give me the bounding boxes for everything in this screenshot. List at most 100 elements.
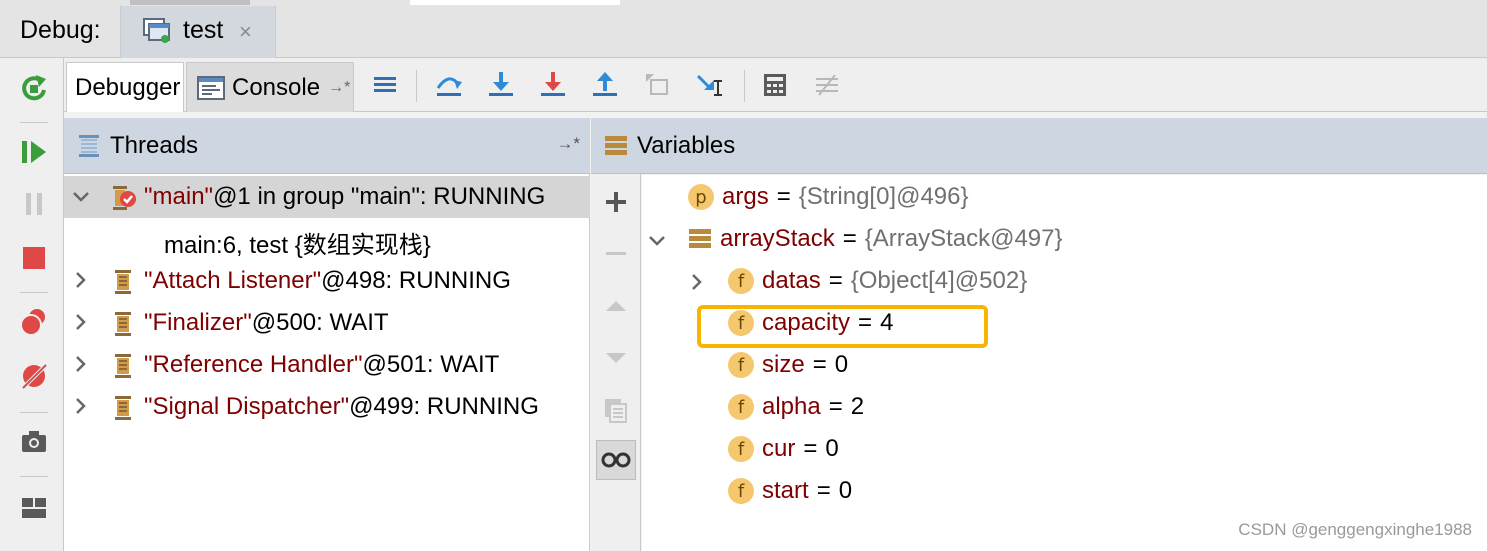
thread-name: "Reference Handler"@501: WAIT bbox=[144, 351, 500, 378]
pin-icon[interactable]: →* bbox=[556, 134, 580, 154]
drop-frame-icon[interactable] bbox=[640, 68, 674, 102]
debug-tab-bar: Debug: test × bbox=[0, 0, 1487, 58]
chevron-down-icon[interactable] bbox=[70, 184, 92, 208]
step-out-icon[interactable] bbox=[588, 68, 622, 102]
equals-sign: = bbox=[803, 435, 818, 462]
debug-action-bar bbox=[0, 58, 64, 551]
thread-row-main[interactable]: "main"@1 in group "main": RUNNING bbox=[64, 176, 590, 218]
show-execution-point-icon[interactable] bbox=[368, 68, 402, 102]
tab-debugger-label: Debugger bbox=[75, 73, 181, 101]
add-icon[interactable] bbox=[596, 182, 636, 222]
equals-sign: = bbox=[776, 183, 791, 210]
stop-icon[interactable] bbox=[14, 238, 54, 278]
variables-side-toolbar bbox=[591, 174, 641, 551]
field-icon: f bbox=[728, 478, 754, 504]
highlight-annotation bbox=[697, 305, 988, 348]
pause-icon[interactable] bbox=[14, 184, 54, 224]
variable-value: 2 bbox=[850, 393, 865, 420]
view-breakpoints-icon[interactable] bbox=[14, 302, 54, 342]
tab-console-label: Console bbox=[232, 73, 321, 101]
rerun-icon[interactable] bbox=[14, 68, 54, 108]
resume-icon[interactable] bbox=[14, 132, 54, 172]
thread-icon bbox=[115, 270, 131, 294]
evaluate-expression-icon[interactable] bbox=[758, 68, 792, 102]
field-icon: f bbox=[728, 352, 754, 378]
thread-name: "Finalizer"@500: WAIT bbox=[144, 309, 389, 336]
remove-icon[interactable] bbox=[596, 234, 636, 274]
run-to-cursor-icon[interactable] bbox=[692, 68, 726, 102]
close-icon[interactable]: × bbox=[239, 19, 252, 45]
variables-header: Variables bbox=[591, 118, 1487, 174]
variable-row-start[interactable]: f start = 0 bbox=[728, 470, 852, 512]
parameter-icon: p bbox=[688, 184, 714, 210]
thread-icon bbox=[115, 396, 131, 420]
variable-row-arraystack[interactable]: arrayStack = {ArrayStack@497} bbox=[688, 218, 1063, 260]
chevron-right-icon[interactable] bbox=[70, 268, 92, 292]
chevron-right-icon[interactable] bbox=[70, 352, 92, 376]
variable-name: size bbox=[762, 351, 805, 378]
variable-value: 0 bbox=[838, 477, 853, 504]
watermark: CSDN @genggengxinghe1988 bbox=[1238, 520, 1472, 539]
trace-icon[interactable] bbox=[810, 68, 844, 102]
field-icon: f bbox=[728, 268, 754, 294]
tab-console[interactable]: Console →* bbox=[186, 62, 354, 112]
variable-name: args bbox=[722, 183, 769, 210]
variable-row-cur[interactable]: f cur = 0 bbox=[728, 428, 839, 470]
move-down-icon[interactable] bbox=[596, 338, 636, 378]
thread-name: "main"@1 in group "main": RUNNING bbox=[144, 183, 546, 210]
variable-name: datas bbox=[762, 267, 821, 294]
layout-icon[interactable] bbox=[14, 488, 54, 528]
mute-breakpoints-icon[interactable] bbox=[14, 356, 54, 396]
stack-frame-row[interactable]: main:6, test {数组实现栈} bbox=[64, 218, 590, 260]
debugger-toolbar: Debugger Console →* bbox=[64, 58, 1487, 112]
variable-name: alpha bbox=[762, 393, 821, 420]
move-up-icon[interactable] bbox=[596, 286, 636, 326]
variable-row-datas[interactable]: f datas = {Object[4]@502} bbox=[728, 260, 1027, 302]
top-strip bbox=[0, 0, 1487, 5]
variable-row-alpha[interactable]: f alpha = 2 bbox=[728, 386, 864, 428]
variable-value: 0 bbox=[834, 351, 849, 378]
threads-panel: Threads →* "main"@1 in group "main": RUN… bbox=[64, 118, 590, 551]
object-icon bbox=[689, 229, 711, 248]
thread-row-finalizer[interactable]: "Finalizer"@500: WAIT bbox=[64, 302, 590, 344]
threads-header: Threads →* bbox=[64, 118, 590, 174]
variable-row-size[interactable]: f size = 0 bbox=[728, 344, 848, 386]
thread-row-attach-listener[interactable]: "Attach Listener"@498: RUNNING bbox=[64, 260, 590, 302]
thread-icon bbox=[115, 312, 131, 336]
camera-icon[interactable] bbox=[14, 422, 54, 462]
equals-sign: = bbox=[816, 477, 831, 504]
variable-value: 0 bbox=[825, 435, 839, 462]
variable-name: cur bbox=[762, 435, 796, 462]
step-into-icon[interactable] bbox=[484, 68, 518, 102]
chevron-down-icon[interactable] bbox=[646, 228, 668, 252]
chevron-right-icon[interactable] bbox=[70, 394, 92, 418]
tab-debugger[interactable]: Debugger bbox=[66, 62, 184, 112]
copy-icon[interactable] bbox=[596, 390, 636, 430]
watches-icon[interactable] bbox=[596, 440, 636, 480]
variable-name: start bbox=[762, 477, 809, 504]
force-step-into-icon[interactable] bbox=[536, 68, 570, 102]
variable-row-args[interactable]: p args = {String[0]@496} bbox=[688, 176, 969, 218]
equals-sign: = bbox=[828, 267, 843, 294]
equals-sign: = bbox=[842, 225, 857, 252]
pin-icon[interactable]: →* bbox=[328, 79, 350, 97]
tab-title: test bbox=[183, 16, 224, 44]
step-over-icon[interactable] bbox=[432, 68, 466, 102]
threads-icon bbox=[79, 134, 99, 157]
variable-value: {Object[4]@502} bbox=[850, 267, 1028, 294]
application-icon bbox=[143, 18, 170, 43]
stack-frame-label: main:6, test {数组实现栈} bbox=[164, 232, 431, 259]
variable-value: {String[0]@496} bbox=[798, 183, 969, 210]
chevron-right-icon[interactable] bbox=[686, 270, 708, 294]
thread-row-signal-dispatcher[interactable]: "Signal Dispatcher"@499: RUNNING bbox=[64, 386, 590, 428]
tab-test[interactable]: test × bbox=[120, 6, 276, 58]
thread-name: "Attach Listener"@498: RUNNING bbox=[144, 267, 511, 294]
chevron-right-icon[interactable] bbox=[70, 310, 92, 334]
equals-sign: = bbox=[812, 351, 827, 378]
variable-value: {ArrayStack@497} bbox=[864, 225, 1063, 252]
field-icon: f bbox=[728, 394, 754, 420]
variables-icon bbox=[605, 135, 627, 155]
console-icon bbox=[197, 75, 225, 100]
variables-title: Variables bbox=[637, 131, 736, 159]
thread-row-reference-handler[interactable]: "Reference Handler"@501: WAIT bbox=[64, 344, 590, 386]
